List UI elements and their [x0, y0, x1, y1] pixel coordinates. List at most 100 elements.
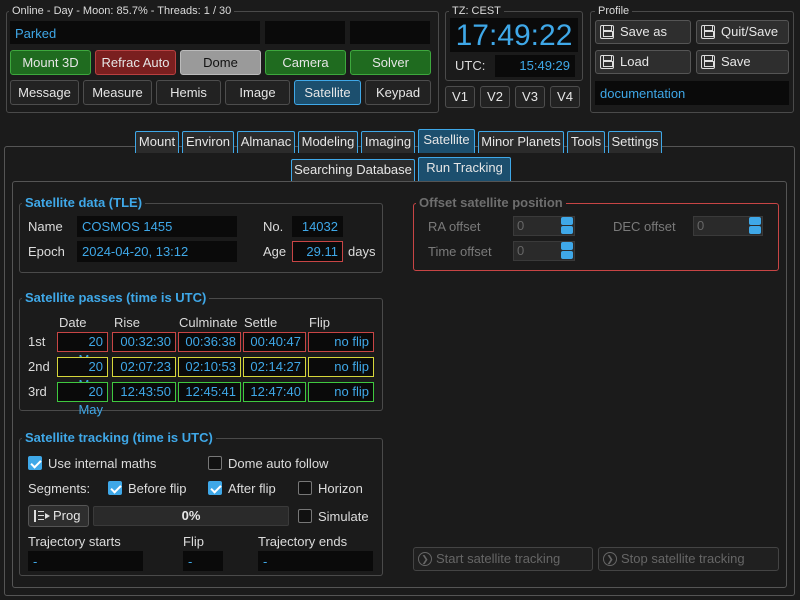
mount-3d-button[interactable]: Mount 3D [10, 50, 91, 75]
ra-offset-value: 0 [517, 218, 525, 233]
hemis-button[interactable]: Hemis [156, 80, 221, 105]
tab-satellite[interactable]: Satellite [418, 129, 475, 153]
pass-date-cell: 20 May [57, 382, 108, 417]
floppy-icon [600, 25, 614, 39]
solver-button[interactable]: Solver [350, 50, 431, 75]
tracking-section-title: Satellite tracking (time is UTC) [22, 430, 216, 445]
tab-settings[interactable]: Settings [608, 131, 662, 153]
save-button[interactable]: Save [696, 50, 789, 74]
passes-header-settle: Settle [244, 315, 278, 330]
tab-environ[interactable]: Environ [182, 131, 234, 153]
satellite-name-field: COSMOS 1455 [77, 216, 237, 237]
spin-arrows-icon [748, 217, 762, 235]
start-tracking-label: Start satellite tracking [436, 551, 561, 566]
tab-minor-planets[interactable]: Minor Planets [478, 131, 564, 153]
image-button[interactable]: Image [225, 80, 290, 105]
epoch-field: 2024-04-20, 13:12 [77, 241, 237, 262]
stop-tracking-label: Stop satellite tracking [621, 551, 745, 566]
pass-flip-cell: no flip [308, 382, 374, 402]
offset-section-title: Offset satellite position [416, 195, 566, 210]
message-button[interactable]: Message [10, 80, 79, 105]
load-button[interactable]: Load [595, 50, 691, 74]
load-label: Load [620, 54, 649, 69]
horizon-checkbox[interactable] [298, 481, 312, 495]
view-4-button[interactable]: V4 [550, 86, 580, 108]
before-flip-checkbox[interactable] [108, 481, 122, 495]
simulate-checkbox[interactable] [298, 509, 312, 523]
program-icon [34, 510, 50, 522]
name-label: Name [28, 219, 63, 234]
measure-button[interactable]: Measure [83, 80, 152, 105]
start-tracking-button[interactable]: ❯ Start satellite tracking [413, 547, 593, 571]
save-as-label: Save as [620, 24, 667, 39]
start-circle-icon: ❯ [418, 552, 432, 566]
passes-section-title: Satellite passes (time is UTC) [22, 290, 210, 305]
stop-tracking-button[interactable]: ❯ Stop satellite tracking [598, 547, 779, 571]
offset-section [413, 203, 779, 271]
dome-auto-follow-checkbox[interactable] [208, 456, 222, 470]
keypad-button[interactable]: Keypad [365, 80, 431, 105]
save-label: Save [721, 54, 751, 69]
floppy-icon [701, 55, 715, 69]
camera-button[interactable]: Camera [265, 50, 346, 75]
trajectory-starts-label: Trajectory starts [28, 534, 121, 549]
trajectory-ends-field: - [258, 551, 373, 571]
tab-almanac[interactable]: Almanac [237, 131, 295, 153]
subtab-run-tracking[interactable]: Run Tracking [418, 157, 511, 181]
tab-mount[interactable]: Mount [135, 131, 179, 153]
tracking-progress-bar: 0% [93, 506, 289, 526]
subtab-searching-database[interactable]: Searching Database [291, 159, 415, 181]
use-internal-maths-checkbox[interactable] [28, 456, 42, 470]
tab-modeling[interactable]: Modeling [298, 131, 358, 153]
tab-tools[interactable]: Tools [567, 131, 605, 153]
utc-time-display: 15:49:29 [495, 55, 575, 77]
pass-settle-cell: 00:40:47 [243, 332, 306, 352]
epoch-label: Epoch [28, 244, 65, 259]
quit-save-button[interactable]: Quit/Save [696, 20, 789, 44]
local-time-display: 17:49:22 [450, 18, 578, 52]
tab-imaging[interactable]: Imaging [361, 131, 415, 153]
passes-header-rise: Rise [114, 315, 141, 330]
pass-culminate-cell: 12:45:41 [178, 382, 241, 402]
view-3-button[interactable]: V3 [515, 86, 545, 108]
time-offset-label: Time offset [428, 244, 492, 259]
passes-header-date: Date [59, 315, 87, 330]
passes-header-culminate: Culminate [179, 315, 238, 330]
status-field-2 [265, 21, 345, 44]
pass-settle-cell: 12:47:40 [243, 382, 306, 402]
status-title: Online - Day - Moon: 85.7% - Threads: 1 … [9, 5, 235, 17]
before-flip-label: Before flip [128, 481, 187, 496]
simulate-label: Simulate [318, 509, 369, 524]
ra-offset-label: RA offset [428, 219, 481, 234]
satellite-button[interactable]: Satellite [294, 80, 361, 105]
prog-button[interactable]: Prog [28, 505, 89, 527]
time-offset-spinbox[interactable]: 0 [513, 241, 575, 261]
pass-rise-cell: 02:07:23 [112, 357, 176, 377]
prog-label: Prog [53, 508, 81, 523]
tle-section [19, 203, 383, 273]
pass-row-label: 3rd [28, 384, 47, 399]
ra-offset-spinbox[interactable]: 0 [513, 216, 575, 236]
mount-state-field: Parked [10, 21, 260, 44]
passes-header-flip: Flip [309, 315, 330, 330]
quit-save-label: Quit/Save [721, 24, 779, 39]
pass-flip-cell: no flip [308, 332, 374, 352]
pass-rise-cell: 00:32:30 [112, 332, 176, 352]
after-flip-checkbox[interactable] [208, 481, 222, 495]
pass-settle-cell: 02:14:27 [243, 357, 306, 377]
horizon-label: Horizon [318, 481, 363, 496]
trajectory-starts-field: - [28, 551, 143, 571]
dome-auto-follow-label: Dome auto follow [228, 456, 329, 471]
after-flip-label: After flip [228, 481, 276, 496]
view-2-button[interactable]: V2 [480, 86, 510, 108]
dec-offset-spinbox[interactable]: 0 [693, 216, 763, 236]
satellite-number-field: 14032 [292, 216, 343, 237]
tle-section-title: Satellite data (TLE) [22, 195, 146, 210]
flip-field: - [183, 551, 223, 571]
dome-button[interactable]: Dome [180, 50, 261, 75]
view-1-button[interactable]: V1 [445, 86, 475, 108]
pass-culminate-cell: 02:10:53 [178, 357, 241, 377]
save-as-button[interactable]: Save as [595, 20, 691, 44]
refrac-auto-button[interactable]: Refrac Auto [95, 50, 176, 75]
number-label: No. [263, 219, 284, 234]
